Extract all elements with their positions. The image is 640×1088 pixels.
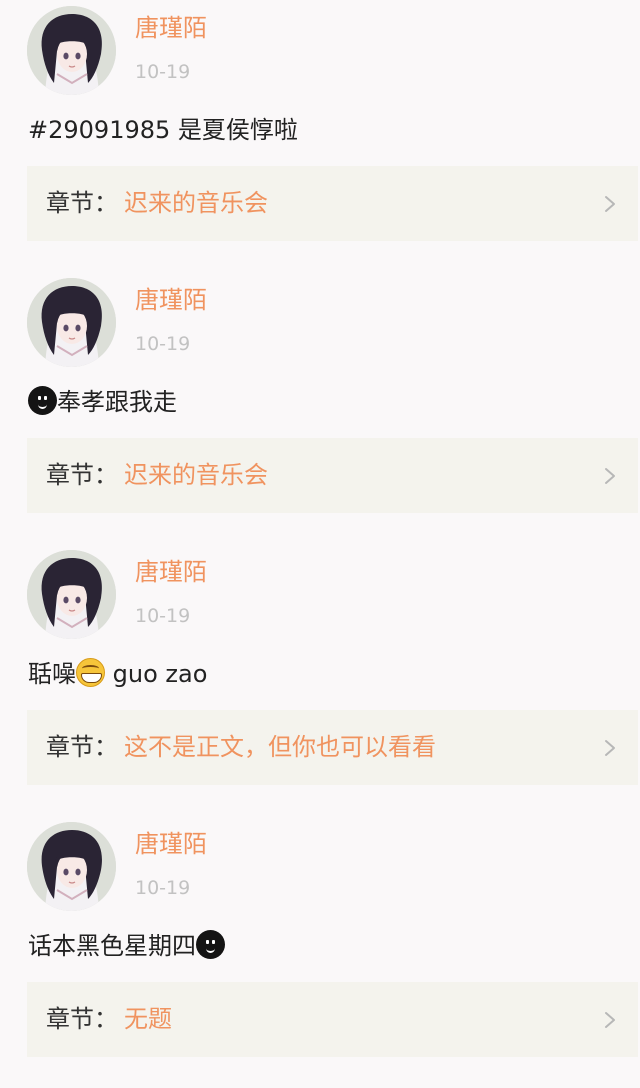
comment-text: #29091985 是夏侯惇啦 — [28, 113, 298, 147]
comment-date: 10-19 — [135, 333, 191, 355]
chapter-link-card[interactable]: 章节： 迟来的音乐会 — [27, 438, 638, 513]
comment-text-part: #29091985 是夏侯惇啦 — [28, 116, 298, 144]
comment-text-part: 聒噪 — [28, 660, 76, 688]
comment-text: 话本黑色星期四 — [28, 929, 225, 963]
chapter-title: 迟来的音乐会 — [124, 189, 268, 217]
comment-date: 10-19 — [135, 61, 191, 83]
comment-text-part: guo zao — [105, 660, 208, 688]
avatar[interactable] — [27, 6, 116, 95]
comment-item: 唐瑾陌 10-19 话本黑色星期四 章节： 无题 — [0, 816, 640, 1088]
chevron-right-icon — [605, 468, 615, 484]
chapter-label: 章节： — [46, 1005, 118, 1033]
username[interactable]: 唐瑾陌 — [135, 12, 207, 44]
comment-item: 唐瑾陌 10-19 聒噪 guo zao 章节： 这不是正文，但你也可以看看 — [0, 544, 640, 816]
comment-date: 10-19 — [135, 605, 191, 627]
chapter-title: 无题 — [124, 1005, 172, 1033]
grinning-face-emoji-icon — [76, 658, 105, 687]
username[interactable]: 唐瑾陌 — [135, 556, 207, 588]
chevron-right-icon — [605, 196, 615, 212]
comment-text: 聒噪 guo zao — [28, 657, 207, 691]
comment-item: 唐瑾陌 10-19 #29091985 是夏侯惇啦 章节： 迟来的音乐会 — [0, 0, 640, 272]
chapter-link-card[interactable]: 章节： 迟来的音乐会 — [27, 166, 638, 241]
dark-face-emoji-icon — [28, 386, 57, 415]
chapter-link-card[interactable]: 章节： 无题 — [27, 982, 638, 1057]
anime-girl-avatar-icon — [27, 278, 116, 367]
chapter-title: 迟来的音乐会 — [124, 461, 268, 489]
avatar[interactable] — [27, 822, 116, 911]
chevron-right-icon — [605, 740, 615, 756]
avatar[interactable] — [27, 278, 116, 367]
dark-face-emoji-icon — [196, 930, 225, 959]
chapter-label: 章节： — [46, 189, 118, 217]
comment-feed: 唐瑾陌 10-19 #29091985 是夏侯惇啦 章节： 迟来的音乐会 唐瑾陌… — [0, 0, 640, 1088]
comment-text: 奉孝跟我走 — [28, 385, 177, 419]
chapter-label: 章节： — [46, 461, 118, 489]
comment-item: 唐瑾陌 10-19 奉孝跟我走 章节： 迟来的音乐会 — [0, 272, 640, 544]
chevron-right-icon — [605, 1012, 615, 1028]
username[interactable]: 唐瑾陌 — [135, 284, 207, 316]
comment-text-part: 话本黑色星期四 — [28, 932, 196, 960]
avatar[interactable] — [27, 550, 116, 639]
comment-text-part: 奉孝跟我走 — [57, 388, 177, 416]
anime-girl-avatar-icon — [27, 550, 116, 639]
chapter-label: 章节： — [46, 733, 118, 761]
anime-girl-avatar-icon — [27, 822, 116, 911]
chapter-title: 这不是正文，但你也可以看看 — [124, 733, 436, 761]
chapter-link-card[interactable]: 章节： 这不是正文，但你也可以看看 — [27, 710, 638, 785]
comment-date: 10-19 — [135, 877, 191, 899]
username[interactable]: 唐瑾陌 — [135, 828, 207, 860]
anime-girl-avatar-icon — [27, 6, 116, 95]
